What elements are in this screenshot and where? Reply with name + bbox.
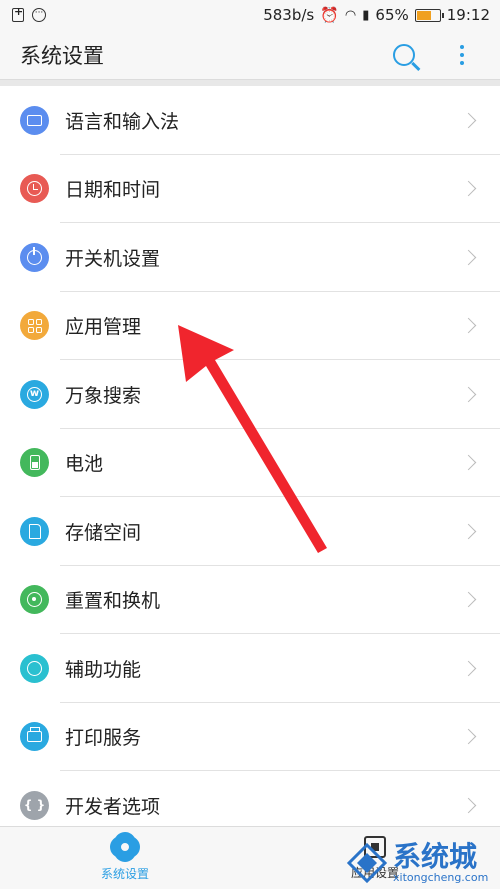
accessibility-icon [20, 653, 49, 683]
settings-item-storage[interactable]: 存储空间 [0, 497, 500, 566]
chevron-right-icon [460, 180, 477, 197]
app-header: 系统设置 [0, 30, 500, 80]
watermark-logo-icon [346, 842, 388, 883]
notification-add-icon [12, 5, 24, 22]
apps-grid-icon [20, 311, 49, 341]
settings-item-label: 存储空间 [65, 521, 142, 544]
settings-item-app-management[interactable]: 应用管理 [0, 292, 500, 360]
wifi-icon: ◠ [344, 7, 357, 23]
settings-item-reset[interactable]: 重置和换机 [0, 566, 500, 634]
printer-icon [20, 722, 49, 752]
keyboard-icon [20, 105, 49, 135]
alarm-icon: ⏰ [320, 6, 339, 24]
network-speed: 583b/s [263, 6, 315, 24]
settings-item-label: 万象搜索 [65, 384, 142, 407]
settings-item-date-time[interactable]: 日期和时间 [0, 155, 500, 223]
power-icon [20, 242, 49, 272]
watermark: 系统城 xitongcheng.com [345, 836, 500, 889]
settings-item-battery[interactable]: 电池 [0, 429, 500, 497]
signal-icon: ▮ [362, 7, 370, 23]
status-left: ··· [12, 5, 46, 22]
gear-icon [113, 834, 137, 859]
settings-item-print[interactable]: 打印服务 [0, 703, 500, 771]
settings-item-label: 重置和换机 [65, 590, 161, 613]
watermark-brand: 系统城 [393, 839, 478, 873]
clock-icon [20, 174, 49, 204]
status-right: 583b/s ⏰ ◠ ▮ 65% 19:12 [263, 6, 490, 24]
settings-list: 语言和输入法 日期和时间 开关机设置 应用管理 w 万象搜索 电池 存储空间 重… [0, 86, 500, 840]
settings-item-label: 辅助功能 [65, 658, 142, 681]
settings-item-label: 开关机设置 [65, 247, 161, 270]
chevron-right-icon [460, 523, 477, 540]
more-vertical-icon [460, 44, 464, 65]
clock-time: 19:12 [446, 6, 490, 24]
settings-item-label: 电池 [65, 453, 104, 476]
chevron-right-icon [460, 317, 477, 334]
chevron-right-icon [460, 591, 477, 608]
settings-item-accessibility[interactable]: 辅助功能 [0, 634, 500, 703]
chevron-right-icon [460, 386, 477, 403]
search-button[interactable] [386, 37, 422, 73]
settings-item-label: 打印服务 [65, 727, 142, 750]
search-icon [393, 43, 415, 66]
reset-icon [20, 585, 49, 615]
battery-percent: 65% [375, 6, 409, 24]
chevron-right-icon [460, 728, 477, 745]
notification-more-icon: ··· [32, 8, 46, 22]
chevron-right-icon [460, 660, 477, 677]
tab-system-settings[interactable]: 系统设置 [0, 827, 250, 889]
settings-item-global-search[interactable]: w 万象搜索 [0, 360, 500, 429]
developer-icon: { } [20, 790, 49, 820]
settings-item-label: 开发者选项 [65, 795, 161, 818]
settings-item-label: 日期和时间 [65, 179, 161, 202]
settings-item-label: 应用管理 [65, 316, 142, 339]
battery-icon [414, 8, 444, 22]
status-bar: ··· 583b/s ⏰ ◠ ▮ 65% 19:12 [0, 0, 500, 30]
page-title: 系统设置 [20, 43, 104, 68]
settings-item-language[interactable]: 语言和输入法 [0, 86, 500, 155]
watermark-domain: xitongcheng.com [393, 870, 489, 884]
storage-icon [20, 516, 49, 546]
chevron-right-icon [460, 112, 477, 129]
chevron-right-icon [460, 454, 477, 471]
search-w-icon: w [20, 379, 49, 409]
chevron-right-icon [460, 249, 477, 266]
battery-icon [20, 448, 49, 478]
tab-label: 系统设置 [100, 866, 149, 881]
more-options-button[interactable] [444, 37, 480, 73]
settings-item-power[interactable]: 开关机设置 [0, 223, 500, 292]
chevron-right-icon [460, 797, 477, 814]
settings-item-label: 语言和输入法 [65, 110, 180, 133]
